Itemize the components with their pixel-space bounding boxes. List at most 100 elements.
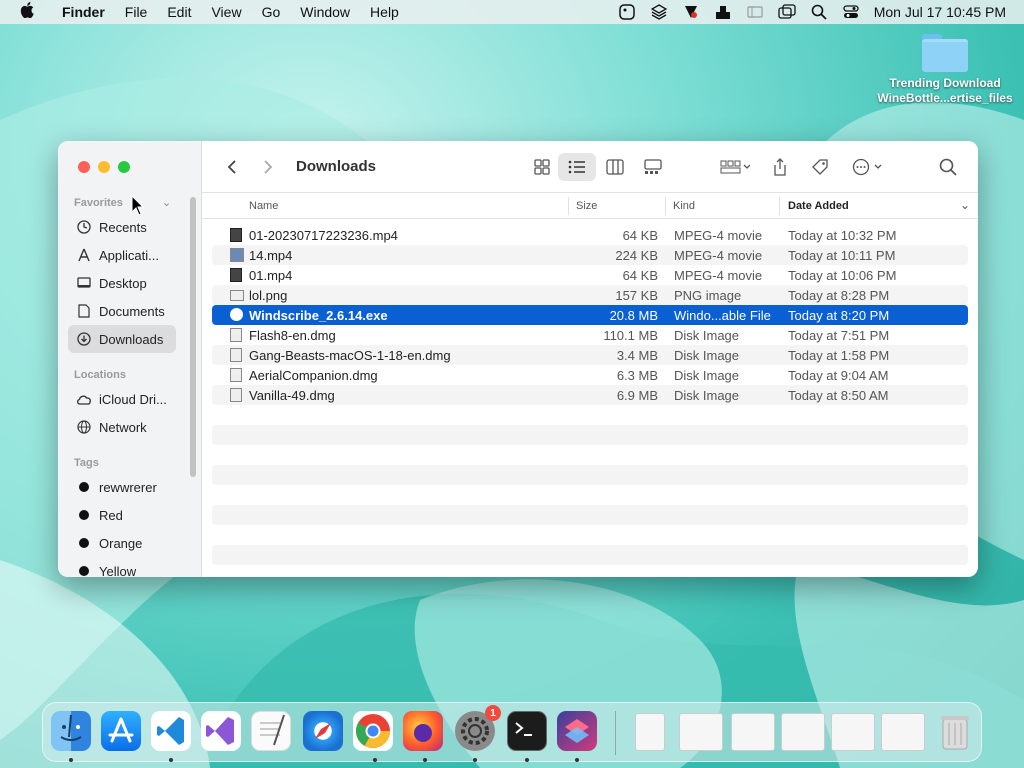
window-title: Downloads (296, 158, 377, 175)
table-row-selected[interactable]: Windscribe_2.6.14.exe 20.8 MB Windo...ab… (212, 305, 968, 325)
display-status-icon[interactable] (746, 4, 764, 20)
sort-chevron-icon[interactable]: ⌄ (960, 198, 970, 212)
menubar-clock[interactable]: Mon Jul 17 10:45 PM (874, 4, 1006, 20)
sidebar-item-applications[interactable]: Applicati... (68, 241, 176, 269)
more-actions-button[interactable] (850, 153, 888, 181)
forward-button[interactable] (254, 153, 282, 181)
close-button[interactable] (78, 161, 90, 173)
vscode-dock-icon[interactable] (151, 711, 191, 751)
menu-file[interactable]: File (115, 4, 158, 20)
zoom-button[interactable] (118, 161, 130, 173)
file-date-added: Today at 8:28 PM (788, 288, 890, 303)
exe-file-icon (230, 308, 243, 321)
safari-dock-icon[interactable] (303, 711, 343, 751)
sidebar-item-label: Orange (99, 535, 143, 551)
chrome-dock-icon[interactable] (353, 711, 393, 751)
sidebar-tag-yellow[interactable]: Yellow (68, 557, 176, 577)
column-divider[interactable] (568, 197, 569, 215)
table-row[interactable]: 01.mp4 64 KB MPEG-4 movie Today at 10:06… (212, 265, 968, 285)
list-view-button[interactable] (558, 152, 597, 181)
column-view-button[interactable] (596, 153, 634, 181)
file-name: Gang-Beasts-macOS-1-18-en.dmg (249, 348, 451, 363)
back-button[interactable] (218, 153, 246, 181)
minimize-button[interactable] (98, 161, 110, 173)
app-store-dock-icon[interactable] (101, 711, 141, 751)
menu-window[interactable]: Window (290, 4, 360, 20)
tag-icon[interactable] (806, 153, 834, 181)
sidebar-tag-orange[interactable]: Orange (68, 529, 176, 557)
tray-status-icon[interactable] (714, 4, 732, 20)
table-row[interactable]: Gang-Beasts-macOS-1-18-en.dmg 3.4 MB Dis… (212, 345, 968, 365)
share-icon[interactable] (766, 153, 794, 181)
textedit-dock-icon[interactable] (251, 711, 291, 751)
sidebar-item-label: Red (99, 507, 123, 523)
search-icon[interactable] (810, 4, 828, 20)
finder-dock-icon[interactable] (51, 711, 91, 751)
sidebar-item-recents[interactable]: Recents (68, 213, 176, 241)
sidebar-item-label: Yellow (99, 563, 137, 578)
minimized-window-thumbnail[interactable] (831, 713, 875, 751)
menu-view[interactable]: View (201, 4, 251, 20)
image-file-icon (230, 290, 244, 301)
table-row[interactable]: 01-20230717223236.mp4 64 KB MPEG-4 movie… (212, 225, 968, 245)
gallery-view-button[interactable] (634, 153, 672, 181)
sidebar-item-icloud[interactable]: iCloud Dri... (68, 385, 176, 413)
document-stack-icon[interactable] (635, 713, 665, 751)
minimized-window-thumbnail[interactable] (731, 713, 775, 751)
table-row[interactable]: Flash8-en.dmg 110.1 MB Disk Image Today … (212, 325, 968, 345)
terminal-dock-icon[interactable] (507, 711, 547, 751)
disk-image-icon (230, 388, 242, 402)
trash-icon[interactable] (935, 711, 975, 751)
rounded-square-status-icon[interactable] (618, 4, 636, 20)
apple-menu-icon[interactable] (16, 1, 38, 23)
search-icon[interactable] (934, 153, 962, 181)
file-size: 224 KB (615, 248, 658, 263)
tag-dot-icon (79, 482, 89, 492)
finder-window: Favorites ⌄ Recents Applicati... Desktop… (58, 141, 978, 577)
menu-help[interactable]: Help (360, 4, 409, 20)
column-header-date-added[interactable]: Date Added (788, 200, 849, 212)
column-header-kind[interactable]: Kind (673, 200, 695, 212)
sidebar-tag-red[interactable]: Red (68, 501, 176, 529)
file-name: Windscribe_2.6.14.exe (249, 308, 388, 323)
sidebar-item-downloads[interactable]: Downloads (68, 325, 176, 353)
tag-dot-icon (79, 566, 89, 576)
desktop-folder[interactable]: Trending Download WineBottle...ertise_fi… (870, 34, 1020, 106)
visual-studio-dock-icon[interactable] (201, 711, 241, 751)
folder-icon (922, 34, 968, 72)
table-row[interactable]: Vanilla-49.dmg 6.9 MB Disk Image Today a… (212, 385, 968, 405)
chevron-down-icon[interactable]: ⌄ (162, 196, 171, 209)
menu-go[interactable]: Go (252, 4, 291, 20)
column-divider[interactable] (665, 197, 666, 215)
icon-view-button[interactable] (526, 153, 558, 181)
firefox-dock-icon[interactable] (403, 711, 443, 751)
column-headers: Name Size Kind Date Added ⌄ (202, 193, 978, 219)
sidebar-item-network[interactable]: Network (68, 413, 176, 441)
table-row[interactable]: AerialCompanion.dmg 6.3 MB Disk Image To… (212, 365, 968, 385)
shortcuts-dock-icon[interactable] (557, 711, 597, 751)
sidebar-tag-rewwrerer[interactable]: rewwrerer (68, 473, 176, 501)
group-by-button[interactable] (716, 153, 754, 181)
table-row[interactable]: lol.png 157 KB PNG image Today at 8:28 P… (212, 285, 968, 305)
sidebar-scrollbar[interactable] (190, 197, 196, 477)
column-header-name[interactable]: Name (249, 200, 278, 212)
vpn-status-icon[interactable] (682, 4, 700, 20)
table-row[interactable]: 14.mp4 224 KB MPEG-4 movie Today at 10:1… (212, 245, 968, 265)
sidebar-item-desktop[interactable]: Desktop (68, 269, 176, 297)
file-date-added: Today at 8:50 AM (788, 388, 889, 403)
disk-image-icon (230, 328, 242, 342)
windows-status-icon[interactable] (778, 4, 796, 20)
column-header-size[interactable]: Size (576, 200, 597, 212)
column-divider[interactable] (779, 197, 780, 215)
menu-edit[interactable]: Edit (157, 4, 201, 20)
tag-dot-icon (79, 510, 89, 520)
menu-finder[interactable]: Finder (52, 4, 115, 20)
tag-dot-icon (79, 538, 89, 548)
sidebar-item-documents[interactable]: Documents (68, 297, 176, 325)
minimized-window-thumbnail[interactable] (781, 713, 825, 751)
minimized-window-thumbnail[interactable] (679, 713, 723, 751)
system-settings-dock-icon[interactable]: 1 (455, 705, 501, 751)
layers-status-icon[interactable] (650, 4, 668, 20)
minimized-window-thumbnail[interactable] (881, 713, 925, 751)
control-center-icon[interactable] (842, 4, 860, 20)
